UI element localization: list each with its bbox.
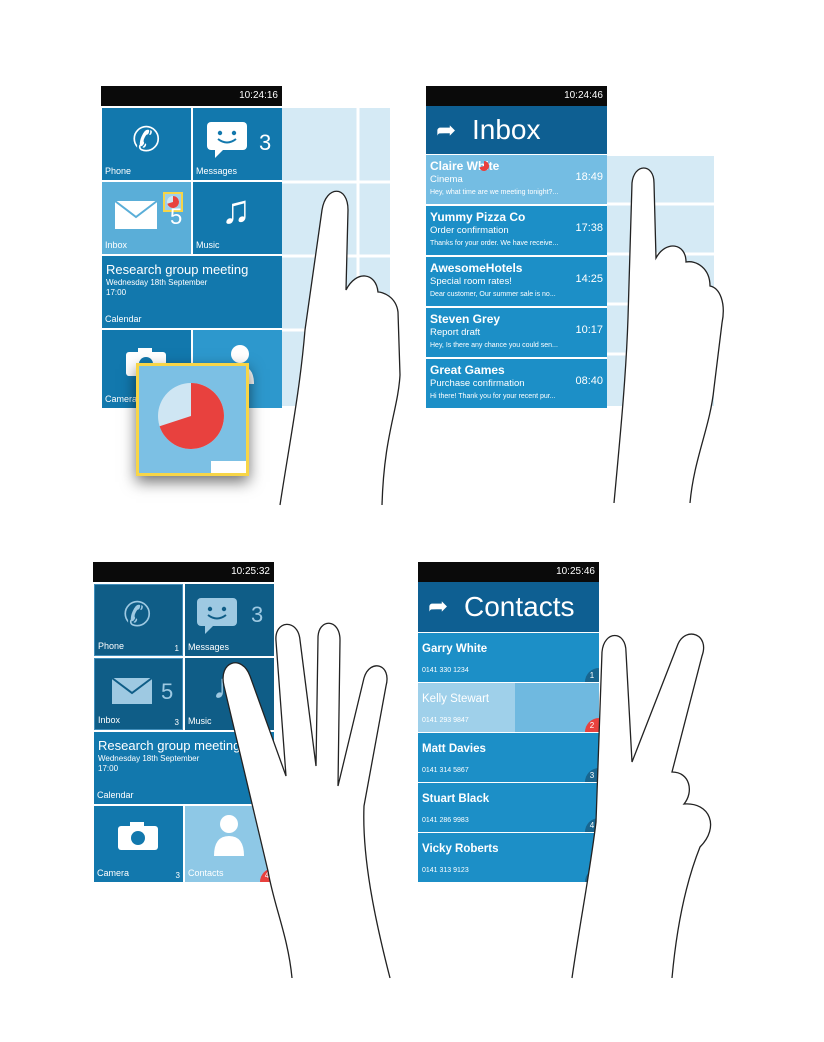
email-preview: Hey, Is there any chance you could sen..… [430,342,558,349]
email-row[interactable]: Steven Grey Report draft Hey, Is there a… [426,308,607,357]
tile-label: Phone [105,166,132,176]
status-bar: 10:24:46 [426,86,607,106]
contact-phone: 0141 286 9983 [422,817,469,824]
email-subject: Special room rates! [430,276,512,287]
unread-count: 5 [170,204,183,229]
status-bar: 10:24:16 [101,86,282,106]
contact-phone: 0141 314 5867 [422,767,469,774]
phone-screen-home: 10:24:16 ✆ Phone 3 Messages 5 Inbox ♫ Mu… [101,86,282,408]
event-title: Research group meeting [106,262,249,277]
phone-icon: ✆ [132,121,161,159]
camera-icon [118,822,158,850]
app-header: ➦ Inbox [426,106,607,154]
event-date: Wednesday 18th September [98,754,200,763]
clock: 10:25:32 [231,566,270,577]
tile-label: Calendar [97,790,134,800]
pie-indicator-zoom [136,363,249,476]
message-icon [207,122,247,158]
hand-open-icon [222,622,391,979]
contact-name: Stuart Black [422,793,490,805]
tile-label: Music [188,716,212,726]
contact-phone: 0141 293 9847 [422,717,469,724]
email-row[interactable]: AwesomeHotels Special room rates! Dear c… [426,257,607,306]
envelope-icon [111,677,153,704]
tile-label: Messages [196,166,238,176]
email-sender: AwesomeHotels [430,261,523,275]
status-bar: 10:25:32 [93,562,274,582]
email-subject: Order confirmation [430,225,509,236]
contact-name: Kelly Stewart [422,693,490,705]
back-arrow-icon[interactable]: ➦ [436,116,456,145]
status-bar: 10:25:46 [418,562,599,582]
selection-progress [418,683,515,732]
event-date: Wednesday 18th September [106,278,208,287]
contact-name: Matt Davies [422,743,486,755]
tile-calendar[interactable]: Research group meeting Wednesday 18th Se… [102,256,282,328]
clock: 10:25:46 [556,566,595,577]
phone-icon: ✆ [123,596,152,634]
back-arrow-icon[interactable]: ➦ [428,592,448,621]
phone-screen-inbox: 10:24:46 ➦ Inbox Claire White Cinema Hey… [426,86,607,408]
index-badge: 1 [174,644,179,653]
contact-phone: 0141 313 9123 [422,867,469,874]
email-subject: Purchase confirmation [430,378,525,389]
tile-music[interactable]: ♫ Music [193,182,282,254]
unread-count: 3 [259,130,272,155]
tile-label: Calendar [105,314,142,324]
tile-label: Camera [105,394,138,404]
email-subject: Report draft [430,327,481,338]
email-preview: Dear customer, Our summer sale is no... [430,291,556,298]
tile-inbox[interactable]: 5 Inbox 3 [94,658,183,730]
event-time: 17:00 [98,764,119,773]
tile-inbox[interactable]: 5 Inbox [102,182,191,254]
tile-phone[interactable]: ✆ Phone [102,108,191,180]
email-row[interactable]: Yummy Pizza Co Order confirmation Thanks… [426,206,607,255]
index-badge: 3 [175,871,180,880]
email-preview: Hi there! Thank you for your recent pur.… [430,393,556,400]
email-preview: Thanks for your order. We have receive..… [430,240,559,247]
tile-phone[interactable]: ✆ Phone 1 [94,584,183,656]
contact-name: Vicky Roberts [422,843,499,855]
tile-label: Music [196,240,220,250]
email-sender: Steven Grey [430,312,501,326]
contact-name: Garry White [422,643,488,655]
email-subject: Cinema [430,174,463,185]
hand-pointing-icon [613,167,724,504]
clock: 10:24:46 [564,90,603,101]
email-sender: Great Games [430,363,505,377]
pie-indicator-small [479,160,490,171]
tile-label: Inbox [105,240,128,250]
unread-count: 5 [161,679,174,704]
music-note-icon: ♫ [221,188,251,232]
page-title: Inbox [472,114,541,145]
hand-two-fingers-icon [571,633,712,979]
event-time: 17:00 [106,288,127,297]
email-row[interactable]: Great Games Purchase confirmation Hi the… [426,359,607,408]
envelope-icon [114,200,158,229]
hand-pointing-icon [279,190,401,506]
contact-phone: 0141 330 1234 [422,667,469,674]
tile-label: Camera [97,868,130,878]
tile-label: Inbox [98,715,121,725]
email-sender: Yummy Pizza Co [430,210,526,224]
clock: 10:24:16 [239,90,278,101]
index-badge: 3 [174,718,179,727]
email-preview: Hey, what time are we meeting tonight?..… [430,189,559,196]
tile-label: Phone [98,641,125,651]
email-row[interactable]: Claire White Cinema Hey, what time are w… [426,155,607,204]
page-title: Contacts [464,591,575,622]
tile-camera[interactable]: Camera 3 [94,806,183,882]
tile-messages[interactable]: 3 Messages [193,108,282,180]
